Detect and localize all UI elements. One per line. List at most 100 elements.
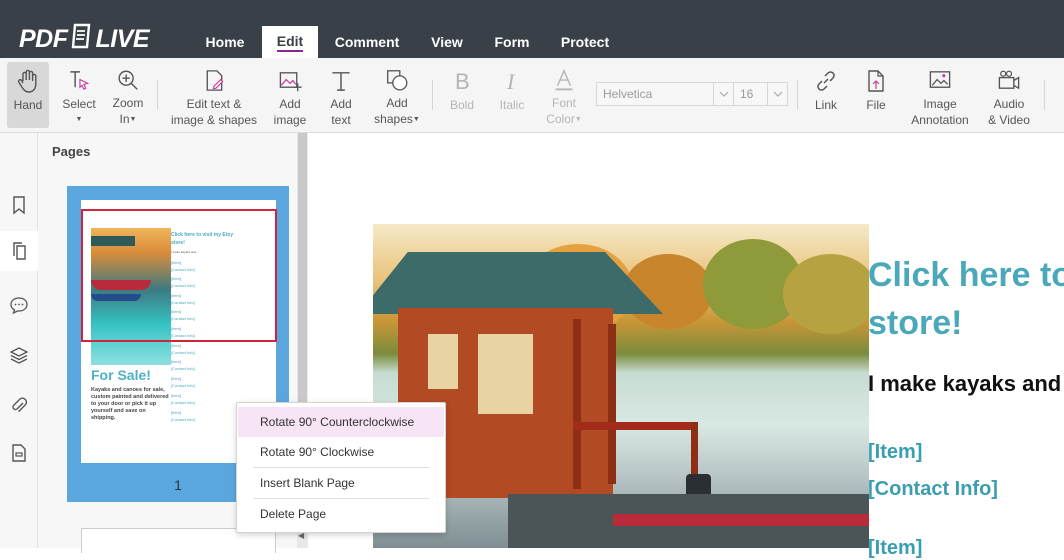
thumbnail-list-item: [Contact Info] [171,400,195,405]
svg-text:B: B [455,69,470,94]
font-color-icon [555,69,573,91]
layers-rail-button[interactable] [0,335,38,375]
audio-video-button[interactable]: Audio & Video [985,62,1033,128]
select-cursor-icon [70,71,90,90]
tab-home-label: Home [205,34,245,50]
chevron-down-icon [713,83,733,105]
tab-edit[interactable]: Edit [262,26,318,58]
font-size-select[interactable]: 16 [733,82,788,106]
tab-form[interactable]: Form [486,26,538,58]
chevron-down-icon [767,83,787,105]
add-text-label-2: text [331,113,351,127]
select-dropdown-caret: ▼ [75,116,83,123]
heading-line-2: store! [868,304,963,342]
file-attach-button[interactable]: File [856,62,896,128]
italic-icon: I [506,69,516,94]
visible-area-indicator[interactable] [81,209,277,342]
thumbnail-list-item: [Item] [171,343,182,348]
document-item-field: [Item] [868,441,923,463]
add-image-button[interactable]: Add image [270,62,310,128]
toolbar-separator [1044,80,1045,110]
tab-form-label: Form [494,34,530,50]
left-icon-rail [0,133,38,548]
bold-icon: B [455,69,470,94]
audio-video-label-1: Audio [993,97,1025,111]
hand-tool-button[interactable]: Hand [7,62,49,128]
layers-icon [9,347,29,364]
font-color-label-1: Font [551,96,576,111]
document-kayak-photo [373,224,869,548]
menu-item-rotate-counterclockwise[interactable]: Rotate 90° Counterclockwise [238,407,444,437]
add-text-label-1: Add [330,97,352,111]
add-text-button[interactable]: Add text [321,62,361,128]
edit-document-icon [206,70,224,91]
tab-comment-label: Comment [334,34,400,50]
thumbnail-list-item: [Contact Info] [171,350,195,355]
edit-text-label-1: Edit text & [186,97,242,111]
tab-comment[interactable]: Comment [326,26,408,58]
menu-item-rotate-clockwise[interactable]: Rotate 90° Clockwise [238,437,444,467]
tab-home[interactable]: Home [194,26,256,58]
document-item-field: [Item] [868,537,923,559]
file-label: File [866,98,886,112]
edit-toolbar: Hand Select ▼ Zoom In▼ Edit text & image… [0,58,1064,133]
logo-text-right: LIVE [95,24,150,53]
select-tool-label: Select [62,97,96,111]
toolbar-separator [432,80,433,110]
zoom-in-icon [118,70,138,90]
toolbar-separator [157,80,158,110]
document-subtitle: I make kayaks and [868,371,1062,396]
font-family-select[interactable]: Helvetica [596,82,734,106]
image-annotation-label-1: Image [923,97,957,111]
thumbnail-list-item: [Contact Info] [171,417,195,422]
zoom-label-1: Zoom [112,96,144,111]
comments-rail-button[interactable] [0,285,38,325]
logo-document-icon [71,23,93,56]
app-logo[interactable]: PDF LIVE [19,23,150,56]
tab-view[interactable]: View [422,26,472,58]
thumbnail-list-item: [Contact Info] [171,366,195,371]
document-heading-link[interactable]: Click here to store! [868,251,1064,347]
toolbar-separator [797,80,798,110]
bookmarks-rail-button[interactable] [0,185,38,225]
zoom-in-button[interactable]: Zoom In▼ [108,62,148,128]
pages-rail-button[interactable] [0,231,38,271]
document-fields-icon [12,444,26,462]
paperclip-icon [12,397,28,413]
bold-button[interactable]: B Bold [442,62,482,128]
edit-text-label-2: image & shapes [170,113,258,127]
text-icon [332,72,350,91]
add-image-icon [279,72,302,92]
pages-icon [12,242,26,260]
image-annotation-button[interactable]: Image Annotation [906,62,974,128]
attachments-rail-button[interactable] [0,385,38,425]
menu-item-delete-page[interactable]: Delete Page [238,499,444,529]
italic-button[interactable]: I Italic [492,62,532,128]
edit-text-image-button[interactable]: Edit text & image & shapes [168,62,260,128]
hand-tool-label: Hand [13,98,43,112]
audio-video-label-2: & Video [988,113,1030,127]
link-button[interactable]: Link [806,62,846,128]
select-tool-button[interactable]: Select ▼ [58,62,100,128]
add-image-label-2: image [273,113,307,127]
menu-item-insert-blank-page[interactable]: Insert Blank Page [238,468,444,498]
font-color-button[interactable]: Font Color▼ [542,62,586,128]
thumbnail-body-text: Kayaks and canoes for sale, custom paint… [91,387,169,421]
form-fields-rail-button[interactable] [0,433,38,473]
thumbnail-list-item: [Item] [171,393,182,398]
tab-view-label: View [431,34,463,50]
link-icon [817,71,835,91]
pages-panel-title: Pages [52,144,91,159]
bold-label: Bold [449,98,475,112]
add-shapes-label-1: Add [386,96,408,111]
tab-edit-label: Edit [276,33,304,52]
logo-text-left: PDF [19,24,68,53]
zoom-label-2: In▼ [119,112,137,127]
file-attach-icon [868,70,884,92]
add-image-label-1: Add [279,97,301,111]
image-annotation-label-2: Annotation [911,113,969,127]
add-shapes-button[interactable]: Add shapes▼ [371,62,423,128]
font-size-value: 16 [740,87,754,101]
document-contact-field: [Contact Info] [868,478,998,500]
tab-protect[interactable]: Protect [552,26,618,58]
